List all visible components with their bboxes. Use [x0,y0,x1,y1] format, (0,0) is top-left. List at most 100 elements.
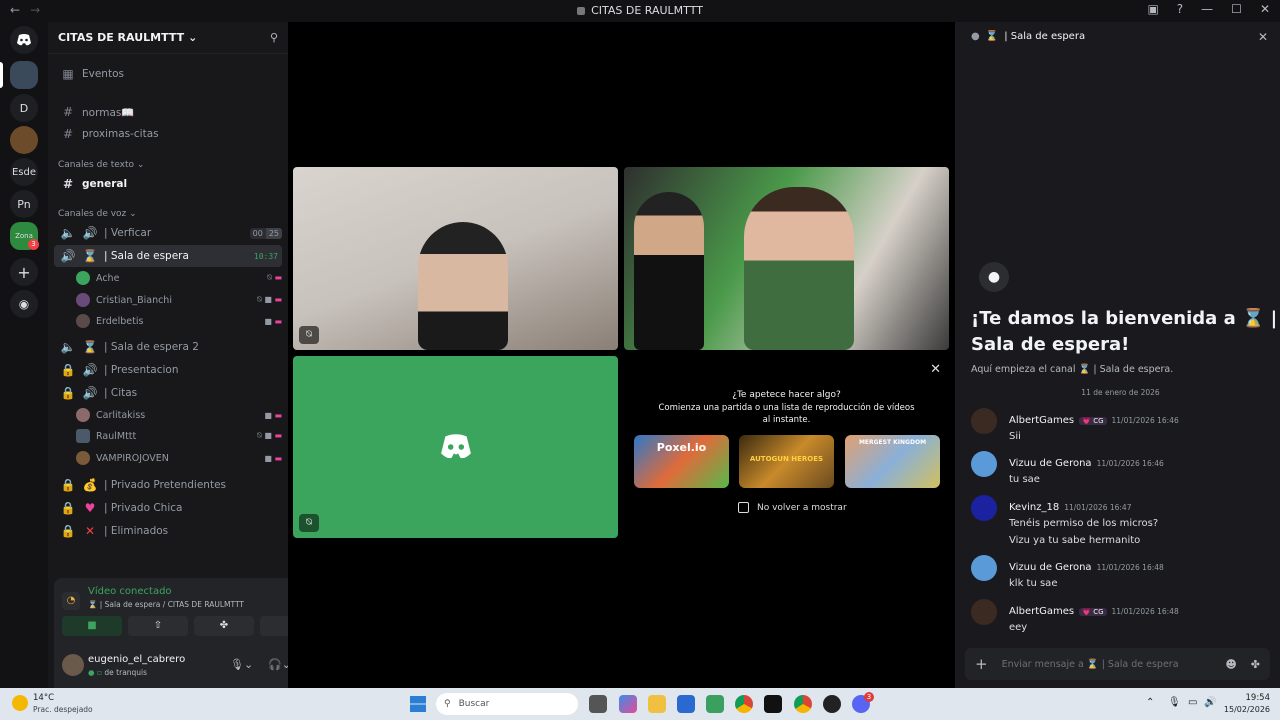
server-esde[interactable]: Esde [10,158,38,186]
volume-icon[interactable]: 🔊 [1204,697,1216,708]
chrome-profile-icon[interactable] [794,695,812,713]
message[interactable]: AlbertGames 💗 CG 11/01/2026 16:48 eey [971,599,1270,633]
chevron-up-icon[interactable]: ⌃ [1146,697,1154,708]
avatar [971,599,997,625]
clock-time[interactable]: 19:54 [1222,693,1271,703]
avatar [76,271,90,285]
checkbox[interactable] [738,502,749,513]
message[interactable]: Vizuu de Gerona 11/01/2026 16:48 klk tu sa… [971,555,1270,589]
guild-header[interactable]: CITAS DE RAULMTTT ⌄ ⚲ [48,22,288,54]
voice-user[interactable]: Cristian_Bianchi ⍉ ■ ▬ [76,290,282,310]
video-icon: ▬ [274,295,282,304]
channel-privado-chica[interactable]: 🔒 ♥ | Privado Chica [54,497,282,519]
help-icon[interactable]: ? [1177,2,1183,16]
close-icon[interactable]: ✕ [930,362,941,377]
voice-user[interactable]: RaulMttt ⍉ ■ ▬ [76,426,282,446]
server-rail: D Esde Pn Zona 3 + ◉ [0,22,48,688]
channel-proximas[interactable]: # proximas-citas [54,123,282,145]
app-icon[interactable] [706,695,724,713]
camera-icon: ■ [264,453,272,463]
emoji-icon[interactable]: ☻ [1225,658,1236,671]
message-input[interactable]: + Enviar mensaje a ⌛ | Sala de espera ☻ … [965,648,1270,680]
maximize-button[interactable]: ☐ [1231,2,1242,16]
voice-status[interactable]: Vídeo conectado [88,586,172,597]
signal-icon: ◔ [62,592,80,610]
camera-button[interactable]: ■ [62,616,122,636]
store-icon[interactable] [677,695,695,713]
category-text[interactable]: Canales de texto ⌄ [58,160,144,170]
video-icon: ▬ [274,453,282,463]
explore-icon[interactable]: ◉ [10,290,38,318]
heart-icon: ♥ [84,501,96,515]
channel-eliminados[interactable]: 🔒 ✕ | Eliminados [54,520,282,542]
game-card[interactable]: MERGEST KINGDOM [845,435,940,488]
inbox-icon[interactable]: ▣ [1147,2,1158,16]
server-d[interactable]: D [10,94,38,122]
hash-icon: # [62,105,74,119]
clock-date[interactable]: 15/02/2026 [1222,705,1270,714]
channel-normas[interactable]: # normas📖 [54,101,282,123]
server-citas[interactable] [10,61,38,89]
channel-sala-de-espera[interactable]: 🔊 ⌛ | Sala de espera 10:37 [54,245,282,267]
game-card[interactable]: Poxel.io [634,435,729,488]
camera-icon: ■ [264,295,272,304]
close-window-button[interactable]: ✕ [1260,2,1270,16]
hash-icon: # [62,177,74,191]
message[interactable]: AlbertGames 💗 CG 11/01/2026 16:46 Sii [971,408,1270,442]
mic-icon[interactable]: 🎙 [1168,697,1181,708]
minimize-button[interactable]: — [1201,2,1213,16]
task-view-icon[interactable] [589,695,607,713]
copilot-icon[interactable] [619,695,637,713]
category-voice[interactable]: Canales de voz ⌄ [58,209,137,219]
mic-icon[interactable]: 🎙⌄ [230,658,253,671]
server-pn[interactable]: Pn [10,190,38,218]
server-avatar[interactable] [10,126,38,154]
network-icon[interactable]: ▭ [1188,697,1197,708]
avatar [971,408,997,434]
file-explorer-icon[interactable] [648,695,666,713]
tiktok-icon[interactable] [764,695,782,713]
camera-off-tile[interactable]: ⍉ [293,356,618,538]
avatar[interactable] [62,654,84,676]
message[interactable]: Kevinz_18 11/01/2026 16:47 Tenéis permiso … [971,495,1270,546]
voice-user[interactable]: Ache ⍉ ▬ [76,268,282,288]
avatar [971,495,997,521]
app-icon[interactable] [823,695,841,713]
weather-icon[interactable] [12,695,28,711]
channel-verificar[interactable]: 🔈 🔊 | Verficar 00 25 [54,222,282,244]
mic-off-icon: ⍉ [299,514,319,532]
person-video [744,187,854,350]
screenshare-button[interactable]: ⇧ [128,616,188,636]
add-server-icon[interactable]: + [10,258,38,286]
add-member-icon[interactable]: ⚲ [270,31,278,44]
mic-off-icon: ⍉ [256,431,262,440]
lock-icon: 🔒 [60,524,76,538]
close-icon[interactable]: ✕ [1258,30,1268,44]
voice-user[interactable]: VAMPIROJOVEN ■ ▬ [76,448,282,468]
welcome-title: ¡Te damos la bienvenida a ⌛ | Sala de es… [971,308,1278,355]
channel-events[interactable]: ▦ Eventos [54,63,282,85]
weather-temp[interactable]: 14°C [33,693,54,703]
activities-button[interactable]: ✤ [194,616,254,636]
hash-icon: # [62,127,74,141]
video-tile[interactable]: ⍉ [293,167,618,350]
video-tile[interactable] [624,167,949,350]
channel-citas[interactable]: 🔒 🔊 | Citas [54,382,282,404]
channel-privado-pretendientes[interactable]: 🔒 💰 | Privado Pretendientes [54,474,282,496]
username[interactable]: eugenio_el_cabrero [88,654,185,665]
discord-home-icon[interactable] [10,26,38,54]
add-attachment-icon[interactable]: + [975,655,988,673]
message[interactable]: Vizuu de Gerona 11/01/2026 16:46 tu sae [971,451,1270,485]
voice-user[interactable]: Carlitakiss ■ ▬ [76,405,282,425]
lock-icon: 🔒 [60,501,76,515]
channel-presentacion[interactable]: 🔒 🔊 | Presentacion [54,359,282,381]
search-box[interactable]: ⚲ Buscar [436,693,578,715]
voice-user[interactable]: Erdelbetis ■ ▬ [76,311,282,331]
game-card[interactable]: AUTOGUN HEROES [739,435,834,488]
start-icon[interactable] [410,696,426,712]
channel-general[interactable]: # general [54,173,282,195]
dont-show-checkbox[interactable]: No volver a mostrar [738,502,847,513]
chrome-icon[interactable] [735,695,753,713]
apps-icon[interactable]: ✤ [1251,658,1260,671]
channel-sala-de-espera-2[interactable]: 🔈 ⌛ | Sala de espera 2 [54,336,282,358]
